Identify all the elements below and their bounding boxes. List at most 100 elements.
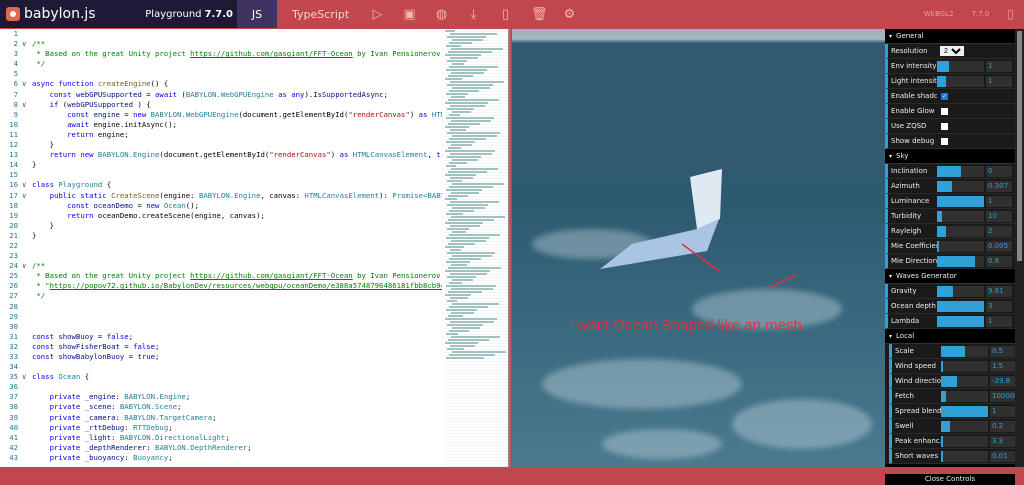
code-line[interactable]: 21} [0, 231, 508, 241]
code-line[interactable]: 37 private _engine: BABYLON.Engine; [0, 392, 508, 402]
tab-js[interactable]: JS [237, 0, 277, 28]
delete-icon[interactable]: 🗑 [531, 7, 548, 22]
code-line[interactable]: 9 const engine = new BABYLON.WebGPUEngin… [0, 110, 508, 120]
value-input[interactable]: 1 [986, 195, 1012, 207]
tab-typescript[interactable]: TypeScript [292, 8, 352, 21]
minimap[interactable] [445, 29, 508, 467]
code-line[interactable]: 26 * "https://popov72.github.io/BabylonD… [0, 281, 508, 291]
download-icon[interactable]: ⤓ [467, 7, 480, 22]
value-input[interactable]: 10 [986, 210, 1012, 222]
code-line[interactable]: 39 private _camera: BABYLON.TargetCamera… [0, 413, 508, 423]
slider[interactable] [937, 285, 984, 297]
fold-chevron-icon[interactable]: ∨ [22, 100, 32, 110]
code-line[interactable]: 16 ∨ class Playground { [0, 180, 508, 190]
section-header-waves-generator[interactable]: Waves Generator [885, 269, 1020, 284]
code-line[interactable]: 38 private _scene: BABYLON.Scene; [0, 402, 508, 412]
slider[interactable] [937, 225, 984, 237]
slider[interactable] [937, 180, 984, 192]
value-input[interactable]: 1 [986, 315, 1012, 327]
code-line[interactable]: 22 [0, 241, 508, 251]
code-line[interactable]: 18 const oceanDemo = new Ocean(); [0, 201, 508, 211]
value-input[interactable]: 1 [990, 405, 1016, 417]
new-file-icon[interactable]: ▯ [499, 7, 512, 22]
brand[interactable]: babylon.js [0, 0, 160, 28]
code-line[interactable]: 28 [0, 302, 508, 312]
fold-chevron-icon[interactable]: ∨ [22, 191, 32, 201]
fold-chevron-icon[interactable]: ∨ [22, 79, 32, 89]
slider[interactable] [937, 60, 984, 72]
code-line[interactable]: 12 } [0, 140, 508, 150]
code-line[interactable]: 41 private _light: BABYLON.DirectionalLi… [0, 433, 508, 443]
code-line[interactable]: 15 [0, 170, 508, 180]
value-input[interactable]: 0.005 [986, 240, 1012, 252]
value-input[interactable]: 0 [986, 165, 1012, 177]
value-input[interactable]: 1 [986, 75, 1012, 87]
slider[interactable] [941, 420, 988, 432]
code-line[interactable]: 7 const webGPUSupported = await (BABYLON… [0, 90, 508, 100]
code-line[interactable]: 4 */ [0, 59, 508, 69]
controls-scrollbar[interactable] [1015, 29, 1024, 467]
checkbox[interactable] [941, 107, 948, 115]
settings-icon[interactable]: ⚙ [563, 7, 576, 22]
fold-chevron-icon[interactable]: ∨ [22, 180, 32, 190]
code-line[interactable]: 34 [0, 362, 508, 372]
checkbox[interactable] [941, 122, 948, 130]
slider[interactable] [941, 390, 988, 402]
slider[interactable] [937, 195, 984, 207]
slider[interactable] [941, 405, 988, 417]
section-header-local[interactable]: Local [885, 329, 1020, 344]
code-line[interactable]: 10 await engine.initAsync(); [0, 120, 508, 130]
play-icon[interactable]: ▷ [371, 7, 384, 22]
resolution-select[interactable]: 256 [940, 46, 964, 56]
code-line[interactable]: 36 [0, 382, 508, 392]
render-canvas[interactable]: i want Ocean Shaped like an mesh [512, 29, 885, 467]
code-line[interactable]: 23 [0, 251, 508, 261]
code-line[interactable]: 8 ∨ if (webGPUSupported ) { [0, 100, 508, 110]
code-line[interactable]: 13 return new BABYLON.Engine(document.ge… [0, 150, 508, 160]
value-input[interactable]: 0.2 [990, 420, 1016, 432]
checkbox[interactable] [941, 137, 948, 145]
code-line[interactable]: 17 ∨ public static CreateScene(engine: BA… [0, 191, 508, 201]
code-line[interactable]: 11 return engine; [0, 130, 508, 140]
value-input[interactable]: 9.81 [986, 285, 1012, 297]
code-line[interactable]: 43 private _buoyancy: Buoyancy; [0, 453, 508, 463]
code-line[interactable]: 35 ∨ class Ocean { [0, 372, 508, 382]
code-line[interactable]: 14} [0, 160, 508, 170]
slider[interactable] [937, 315, 984, 327]
engine-selector[interactable]: WEBGL2 [924, 10, 954, 18]
code-line[interactable]: 40 private _rttDebug: RTTDebug; [0, 423, 508, 433]
code-line[interactable]: 29 [0, 312, 508, 322]
section-header-sky[interactable]: Sky [885, 149, 1020, 164]
metadata-icon[interactable]: ▯ [1007, 7, 1014, 21]
code-line[interactable]: 2 ∨/** [0, 39, 508, 49]
slider[interactable] [937, 255, 984, 267]
slider[interactable] [941, 435, 988, 447]
code-line[interactable]: 5 [0, 69, 508, 79]
value-input[interactable]: 0.5 [990, 345, 1016, 357]
close-controls-button[interactable]: Close Controls [885, 474, 1015, 485]
code-line[interactable]: 32 const showFisherBoat = false; [0, 342, 508, 352]
fold-chevron-icon[interactable]: ∨ [22, 39, 32, 49]
slider[interactable] [937, 75, 984, 87]
slider[interactable] [937, 240, 984, 252]
code-line[interactable]: 1 [0, 29, 508, 39]
fold-chevron-icon[interactable]: ∨ [22, 261, 32, 271]
value-input[interactable]: 3 [986, 300, 1012, 312]
code-line[interactable]: 24 ∨/** [0, 261, 508, 271]
code-line[interactable]: 42 private _depthRenderer: BABYLON.Depth… [0, 443, 508, 453]
code-line[interactable]: 20 } [0, 221, 508, 231]
value-input[interactable]: 2 [986, 225, 1012, 237]
code-line[interactable]: 25 * Based on the great Unity project ht… [0, 271, 508, 281]
engine-version[interactable]: 7.7.0 [972, 10, 990, 18]
code-line[interactable]: 30 [0, 322, 508, 332]
code-line[interactable]: 3 * Based on the great Unity project htt… [0, 49, 508, 59]
slider[interactable] [941, 360, 988, 372]
version-label[interactable]: 7.7.0 [205, 9, 233, 20]
code-editor[interactable]: 1 2 ∨/** 3 * Based on the great Unity proje… [0, 29, 510, 467]
code-line[interactable]: 33 const showBabylonBuoy = true; [0, 352, 508, 362]
value-input[interactable]: 0.8 [986, 255, 1012, 267]
section-header-swell[interactable]: Swell [885, 464, 1020, 467]
slider[interactable] [937, 300, 984, 312]
value-input[interactable]: 100000 [990, 390, 1016, 402]
value-input[interactable]: 0.01 [990, 450, 1016, 462]
